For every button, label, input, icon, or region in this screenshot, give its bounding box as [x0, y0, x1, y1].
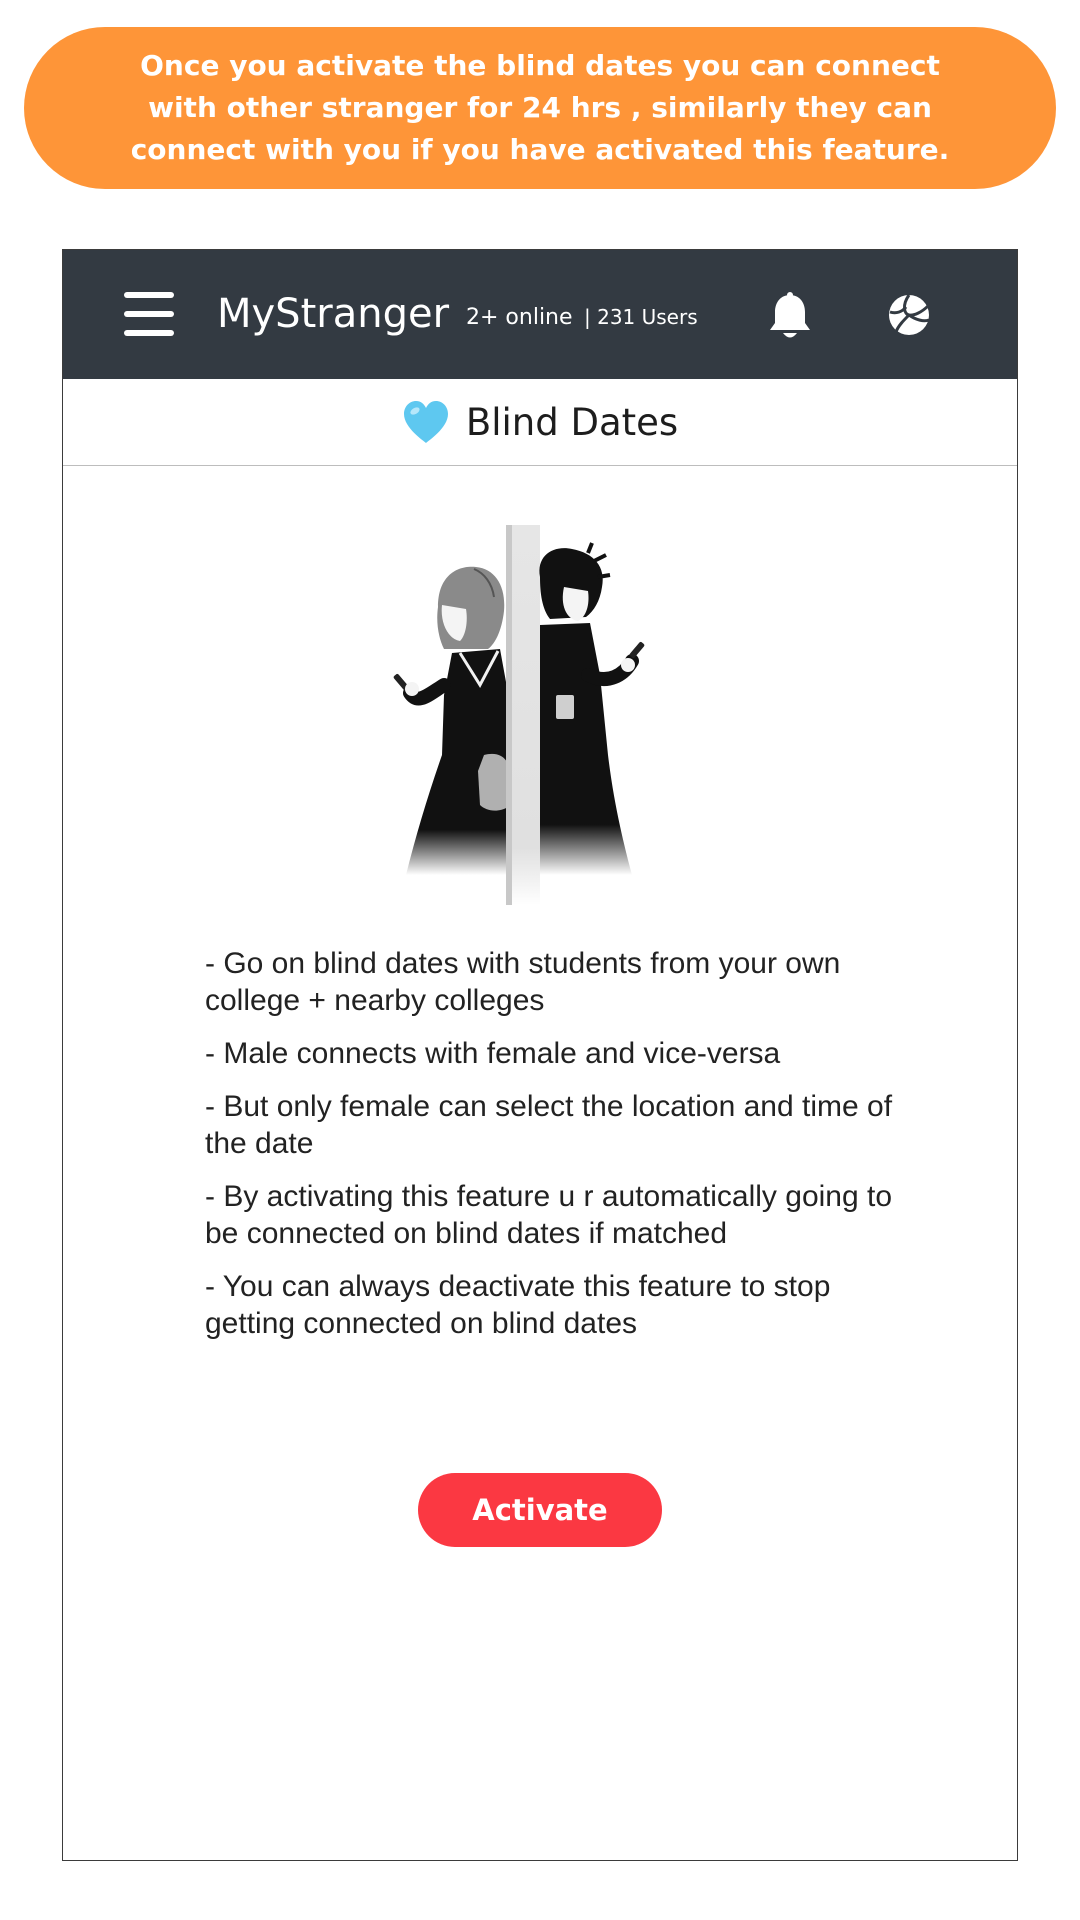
bell-icon[interactable] — [767, 292, 813, 342]
feature-list: - Go on blind dates with students from y… — [205, 945, 905, 1358]
feature-item-1: - Go on blind dates with students from y… — [205, 947, 841, 1017]
info-banner: Once you activate the blind dates you ca… — [24, 27, 1056, 189]
blind-date-illustration — [393, 525, 645, 905]
app-brand[interactable]: MyStranger — [217, 290, 449, 338]
volleyball-icon[interactable] — [886, 292, 932, 338]
app-frame: MyStranger 2+ online | 231 Users Blind D… — [62, 249, 1018, 1861]
light-blue-heart-icon — [403, 400, 448, 443]
feature-item-2: - Male connects with female and vice-ver… — [205, 1037, 781, 1070]
page-title: Blind Dates — [465, 400, 679, 444]
online-count: 2+ online — [466, 305, 573, 330]
page-title-bar: Blind Dates — [63, 380, 1017, 466]
feature-item-3: - But only female can select the locatio… — [205, 1090, 893, 1160]
top-navbar: MyStranger 2+ online | 231 Users — [63, 250, 1017, 379]
banner-text: Once you activate the blind dates you ca… — [130, 49, 950, 166]
feature-item-5: - You can always deactivate this feature… — [205, 1270, 831, 1340]
user-count: | 231 Users — [584, 305, 698, 329]
feature-item-4: - By activating this feature u r automat… — [205, 1180, 893, 1250]
menu-icon[interactable] — [124, 292, 174, 336]
activate-button[interactable]: Activate — [418, 1473, 662, 1547]
